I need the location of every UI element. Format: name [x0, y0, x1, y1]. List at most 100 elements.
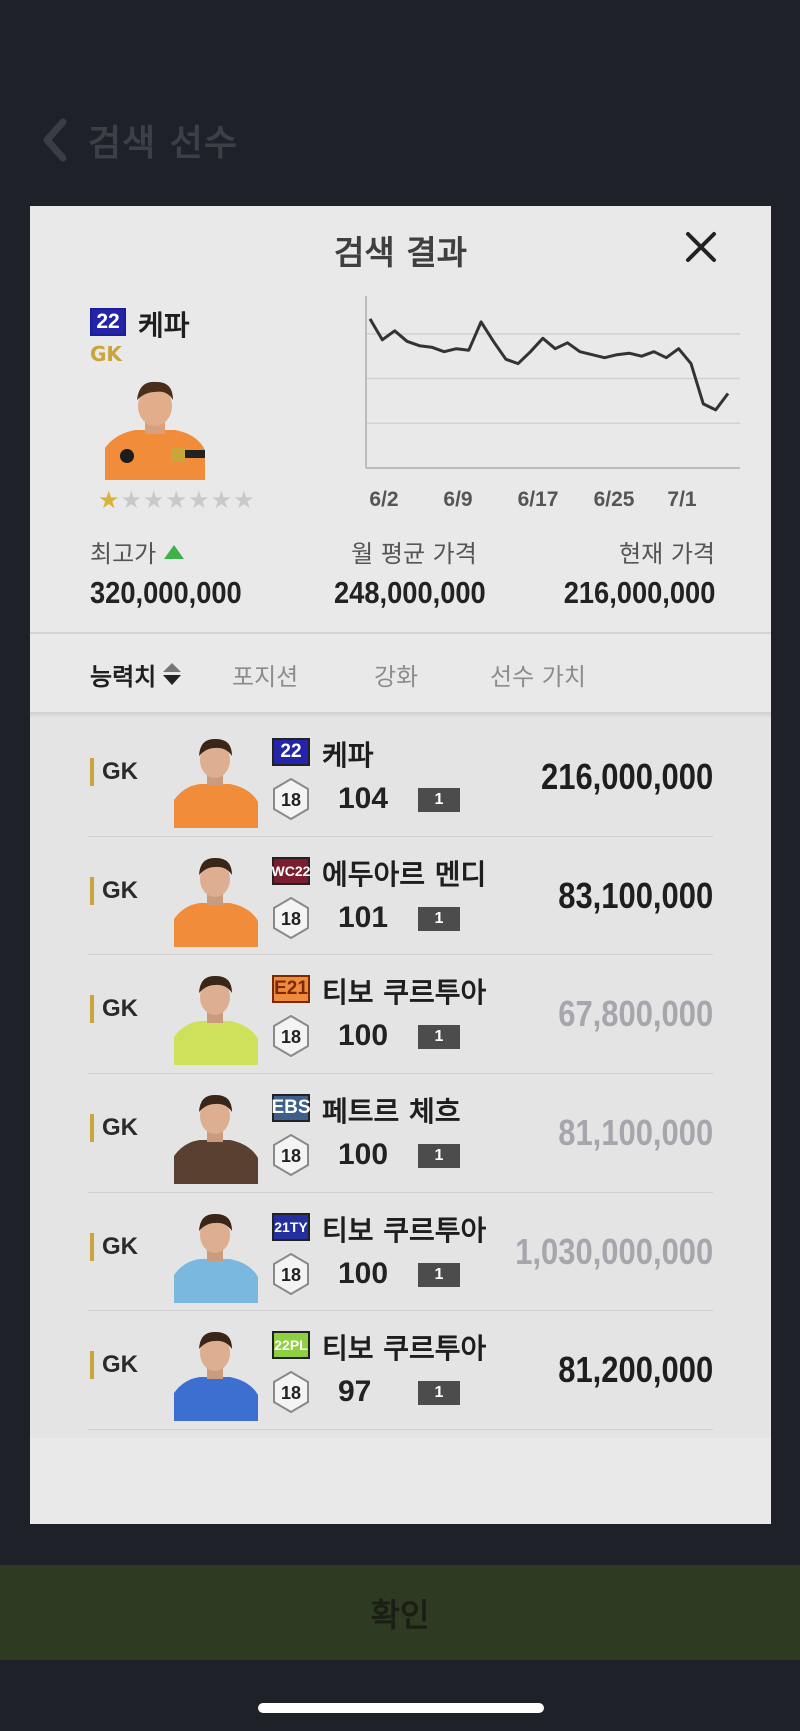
player-photo: [174, 738, 258, 828]
row-position: GK: [102, 1232, 138, 1260]
player-name: 케파: [138, 309, 190, 342]
player-price: 81,200,000: [558, 1349, 713, 1391]
player-name: 페트르 체흐: [322, 1095, 461, 1129]
high-price-value: 320,000,000: [90, 575, 242, 610]
confirm-button[interactable]: 확인: [0, 1565, 800, 1660]
enhance-level: 1: [418, 906, 460, 931]
price-line: [368, 318, 730, 412]
position-marker: [90, 1232, 94, 1261]
high-price: 최고가 320,000,000: [90, 534, 262, 611]
star-empty-icon: ★: [165, 486, 188, 514]
position-marker: [90, 758, 94, 786]
overall-rating: 100: [338, 1138, 389, 1172]
tab-ability-label: 능력치: [90, 662, 157, 691]
search-result-modal: 검색 결과 22 케파 GK ★ ★ ★ ★ ★ ★ ★ 6/2 6/9 6/17 6/25 7/1: [30, 206, 771, 1524]
player-name: 케파: [322, 739, 374, 772]
x-tick-label: 6/9: [443, 488, 472, 511]
result-row[interactable]: GK WC22 에두아르 멘디 18 101 1 83,100,000: [30, 837, 771, 956]
confirm-button-label: 확인: [370, 1595, 430, 1634]
svg-text:18: 18: [281, 1265, 301, 1285]
row-position: GK: [102, 995, 138, 1023]
star-empty-icon: ★: [188, 486, 210, 514]
star-empty-icon: ★: [143, 486, 165, 514]
player-price: 1,030,000,000: [514, 1230, 713, 1272]
home-indicator: [258, 1703, 544, 1713]
svg-text:18: 18: [281, 1383, 301, 1403]
chevron-left-icon: [43, 118, 67, 162]
svg-text:18: 18: [281, 1146, 301, 1166]
high-price-label: 최고가: [90, 540, 157, 568]
x-tick-label: 6/25: [594, 488, 635, 511]
season-badge: 22: [90, 308, 126, 336]
average-price-value: 248,000,000: [334, 575, 486, 610]
player-price: 81,100,000: [558, 1112, 713, 1154]
player-photo: [174, 1213, 258, 1303]
enhance-level: 1: [418, 1144, 460, 1169]
result-row[interactable]: GK 22 케파 18 104 1 216,000,000: [30, 718, 771, 837]
player-position: GK: [90, 342, 122, 366]
star-rating: ★ ★ ★ ★ ★ ★ ★: [98, 486, 255, 514]
player-name: 티보 쿠르투아: [322, 1332, 487, 1366]
sort-tabs: 능력치 포지션 강화 선수 가치: [30, 636, 771, 712]
page-title: 검색 선수: [88, 123, 239, 164]
season-badge: 22: [272, 738, 310, 766]
average-price: 월 평균 가격 248,000,000: [334, 534, 494, 611]
position-marker: [90, 876, 94, 905]
overall-rating: 100: [338, 1256, 389, 1290]
row-position: GK: [102, 758, 138, 785]
back-button[interactable]: [34, 110, 74, 170]
current-price: 현재 가격 216,000,000: [543, 534, 715, 611]
grade-badge: 18: [273, 1015, 309, 1058]
result-row[interactable]: GK EBS 페트르 체흐 18 100 1 81,100,000: [30, 1074, 771, 1193]
season-badge: WC22: [272, 856, 310, 885]
tab-position[interactable]: 포지션: [232, 657, 298, 692]
overall-rating: 100: [338, 1019, 389, 1053]
position-marker: [90, 1114, 94, 1143]
player-photo: [174, 857, 258, 947]
star-filled-icon: ★: [98, 486, 120, 514]
sort-icon: [163, 663, 182, 685]
star-empty-icon: ★: [120, 486, 143, 514]
star-empty-icon: ★: [210, 486, 233, 514]
player-summary: 22 케파 GK ★ ★ ★ ★ ★ ★ ★ 6/2 6/9 6/17 6/25 7/1 최고가: [30, 296, 771, 641]
player-name: 티보 쿠르투아: [322, 1213, 487, 1247]
result-row[interactable]: GK E21 티보 쿠르투아 18 100 1 67,800,000: [30, 955, 771, 1074]
tab-ability[interactable]: 능력치: [90, 657, 182, 692]
result-list: GK 22 케파 18 104 1 216,000,000 GK WC22 에두…: [30, 718, 771, 1438]
result-row[interactable]: GK 21TY 티보 쿠르투아 18 100 1 1,030,000,000: [30, 1193, 771, 1312]
season-badge: 21TY: [272, 1212, 310, 1241]
tab-player-value[interactable]: 선수 가치: [490, 657, 586, 692]
position-marker: [90, 1351, 94, 1380]
season-badge: 22PL: [272, 1331, 310, 1360]
close-button[interactable]: [672, 218, 730, 276]
page-header: 검색 선수: [0, 95, 800, 185]
x-tick-label: 7/1: [667, 488, 697, 511]
current-price-value: 216,000,000: [563, 575, 715, 610]
grade-badge: 18: [273, 896, 309, 939]
position-marker: [90, 995, 94, 1024]
season-badge: EBS: [271, 1094, 311, 1123]
player-name: 티보 쿠르투아: [322, 976, 487, 1010]
player-price: 216,000,000: [540, 756, 713, 797]
overall-rating: 104: [338, 782, 389, 815]
result-row[interactable]: GK 22PL 티보 쿠르투아 18 97 1 81,200,000: [30, 1311, 771, 1430]
current-price-label: 현재 가격: [619, 540, 715, 568]
overall-rating: 97: [338, 1375, 372, 1409]
tab-enhance[interactable]: 강화: [374, 657, 418, 692]
season-badge: E21: [272, 975, 310, 1004]
enhance-level: 1: [418, 788, 460, 812]
close-icon: [686, 232, 716, 262]
average-price-label: 월 평균 가격: [351, 540, 477, 568]
enhance-level: 1: [418, 1262, 460, 1287]
player-photo: [174, 1332, 258, 1422]
player-price: 83,100,000: [558, 874, 713, 916]
player-photo: [174, 976, 258, 1066]
svg-text:18: 18: [281, 790, 301, 810]
grade-badge: 18: [273, 778, 309, 820]
player-name: 에두아르 멘디: [322, 857, 487, 891]
price-chart: 6/2 6/9 6/17 6/25 7/1: [365, 296, 740, 511]
triangle-up-icon: [164, 544, 185, 559]
player-photo: [174, 1095, 258, 1185]
divider: [30, 632, 771, 634]
enhance-level: 1: [418, 1381, 460, 1406]
